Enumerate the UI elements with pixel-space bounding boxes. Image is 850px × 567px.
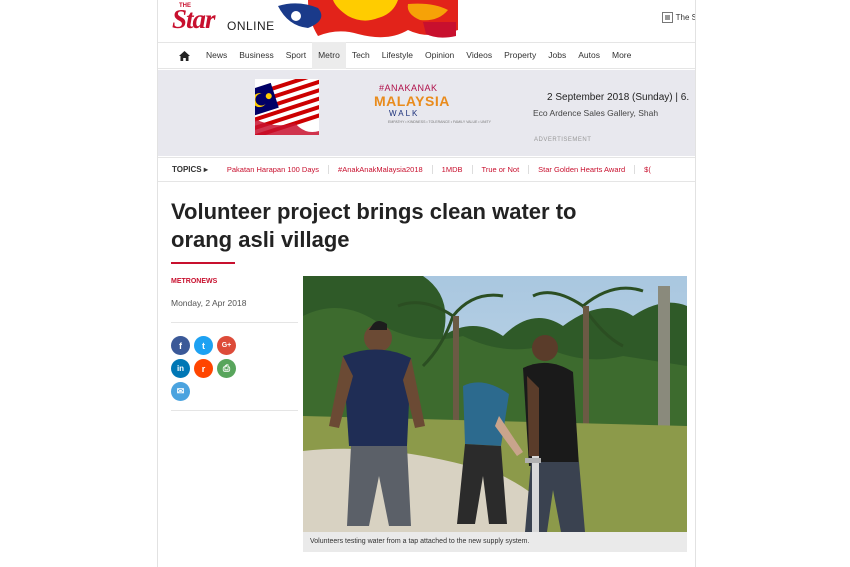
topic-link[interactable]: True or Not [473,165,530,174]
nav-item-jobs[interactable]: Jobs [542,42,572,69]
print-glyph: ⎙ [222,363,231,373]
facebook-glyph: f [179,340,182,351]
nav-item-more[interactable]: More [606,42,637,69]
page: THE Star ONLINE The S News Business Spor… [157,0,696,567]
main-nav: News Business Sport Metro Tech Lifestyle… [158,42,695,69]
the-star-link[interactable]: The S [661,12,696,23]
masthead: THE Star ONLINE The S [158,0,696,42]
headline-underline [171,262,235,264]
home-icon [178,50,190,61]
topic-link[interactable]: #AnakAnakMalaysia2018 [329,165,433,174]
facebook-share-icon[interactable]: f [171,336,190,355]
linkedin-glyph: in [176,364,185,373]
the-star-link-label: The S [675,13,696,22]
nav-item-videos[interactable]: Videos [460,42,498,69]
nav-item-sport[interactable]: Sport [280,42,312,69]
nav-item-property[interactable]: Property [498,42,542,69]
nav-item-metro[interactable]: Metro [312,42,346,69]
nav-item-opinion[interactable]: Opinion [419,42,460,69]
ad-hashtag: #ANAKANAK [379,83,438,93]
nav-item-news[interactable]: News [200,42,233,69]
twitter-glyph: t [202,340,205,351]
ad-date: 2 September 2018 (Sunday) | 6. [547,92,690,103]
topic-link[interactable]: 1MDB [433,165,473,174]
linkedin-share-icon[interactable]: in [171,359,190,378]
article-photo[interactable] [303,276,687,532]
ad-label-text: ADVERTISEMENT [534,137,592,143]
nav-item-business[interactable]: Business [233,42,280,69]
svg-text:MALAYSIA: MALAYSIA [374,93,450,109]
advertisement-banner[interactable]: #ANAKANAK MALAYSIA WALK EMPATHY • KINDNE… [158,70,695,156]
nav-item-lifestyle[interactable]: Lifestyle [376,42,419,69]
logo-star: Star [172,4,216,34]
email-share-icon[interactable]: ✉ [171,382,190,401]
photo-caption: Volunteers testing water from a tap atta… [303,532,687,552]
print-icon[interactable]: ⎙ [217,359,236,378]
twitter-share-icon[interactable]: t [194,336,213,355]
home-button[interactable] [172,42,196,69]
topic-link[interactable]: Pakatan Harapan 100 Days [218,165,330,174]
reddit-share-icon[interactable]: r [194,359,213,378]
logo[interactable]: THE Star ONLINE [158,0,458,42]
ad-venue: Eco Ardence Sales Gallery, Shah [533,108,659,118]
article-headline: Volunteer project brings clean water to … [171,199,577,252]
nav-item-tech[interactable]: Tech [346,42,376,69]
topics-label: TOPICS ▸ [172,165,208,174]
newspaper-icon [661,12,673,23]
google-plus-share-icon[interactable]: G+ [217,336,236,355]
publish-date: Monday, 2 Apr 2018 [171,298,247,308]
google-plus-glyph: G+ [221,342,232,349]
topic-link[interactable]: Star Golden Hearts Award [529,165,636,174]
ad-malaysia-text: MALAYSIA [374,93,450,109]
section-label[interactable]: METRONEWS [171,278,217,285]
divider [171,322,298,323]
ad-subtitle: EMPATHY • KINDNESS • TOLERANCE • FAMILY … [388,120,491,124]
divider [171,410,298,411]
ad-walk: WALK [389,109,420,118]
reddit-glyph: r [201,363,206,374]
topics-bar: TOPICS ▸ Pakatan Harapan 100 Days #AnakA… [158,157,695,182]
email-glyph: ✉ [176,386,185,396]
photo-scene [303,276,687,532]
malaysia-flag-graphic [255,79,319,135]
topic-link[interactable]: $( [635,165,660,174]
logo-online: ONLINE [227,19,275,33]
nav-item-autos[interactable]: Autos [572,42,606,69]
